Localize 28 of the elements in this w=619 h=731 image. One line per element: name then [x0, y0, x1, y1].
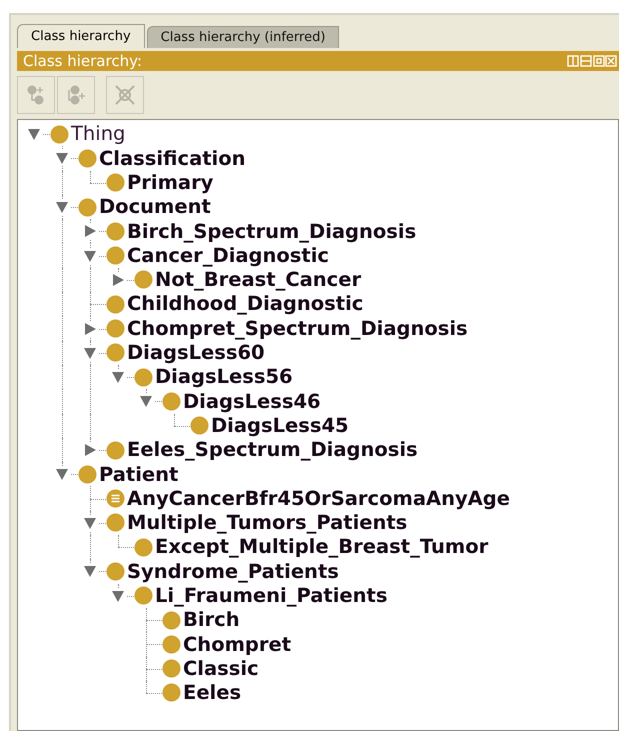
- tree-item[interactable]: Document: [99, 197, 211, 217]
- tree-item[interactable]: Syndrome_Patients: [127, 562, 339, 582]
- tree-item[interactable]: Primary: [127, 172, 214, 192]
- tree-item[interactable]: Except_Multiple_Breast_Tumor: [155, 537, 488, 557]
- tree-item[interactable]: Eeles_Spectrum_Diagnosis: [127, 440, 418, 460]
- delete-class-icon: [113, 83, 137, 107]
- tree-item[interactable]: Chompret_Spectrum_Diagnosis: [127, 318, 468, 338]
- tree-item[interactable]: Eeles: [183, 683, 242, 703]
- tree-item[interactable]: Childhood_Diagnostic: [127, 294, 364, 314]
- view-title: Class hierarchy:: [23, 50, 142, 72]
- tree-item[interactable]: Not_Breast_Cancer: [155, 270, 362, 290]
- tab[interactable]: Class hierarchy (inferred): [146, 26, 340, 48]
- tree-item[interactable]: Patient: [99, 464, 178, 484]
- tree-item[interactable]: Birch_Spectrum_Diagnosis: [127, 222, 416, 242]
- tree-item[interactable]: DiagsLess56: [155, 367, 293, 387]
- tree-item[interactable]: DiagsLess45: [211, 416, 349, 436]
- tree-item[interactable]: Cancer_Diagnostic: [127, 246, 329, 266]
- tab[interactable]: Class hierarchy: [17, 24, 145, 48]
- tree-item[interactable]: Classification: [99, 148, 246, 168]
- tree-item[interactable]: DiagsLess46: [183, 392, 321, 412]
- tree-item[interactable]: Birch: [183, 610, 240, 630]
- tree-item[interactable]: Thing: [71, 124, 126, 144]
- tree-item[interactable]: Chompret: [183, 634, 292, 654]
- tree-item[interactable]: Classic: [183, 658, 259, 678]
- tree-item[interactable]: Li_Fraumeni_Patients: [155, 586, 388, 606]
- tree-item[interactable]: Multiple_Tumors_Patients: [127, 513, 408, 533]
- tree-item[interactable]: DiagsLess60: [127, 343, 265, 363]
- tree-item[interactable]: AnyCancerBfr45OrSarcomaAnyAge: [127, 488, 510, 508]
